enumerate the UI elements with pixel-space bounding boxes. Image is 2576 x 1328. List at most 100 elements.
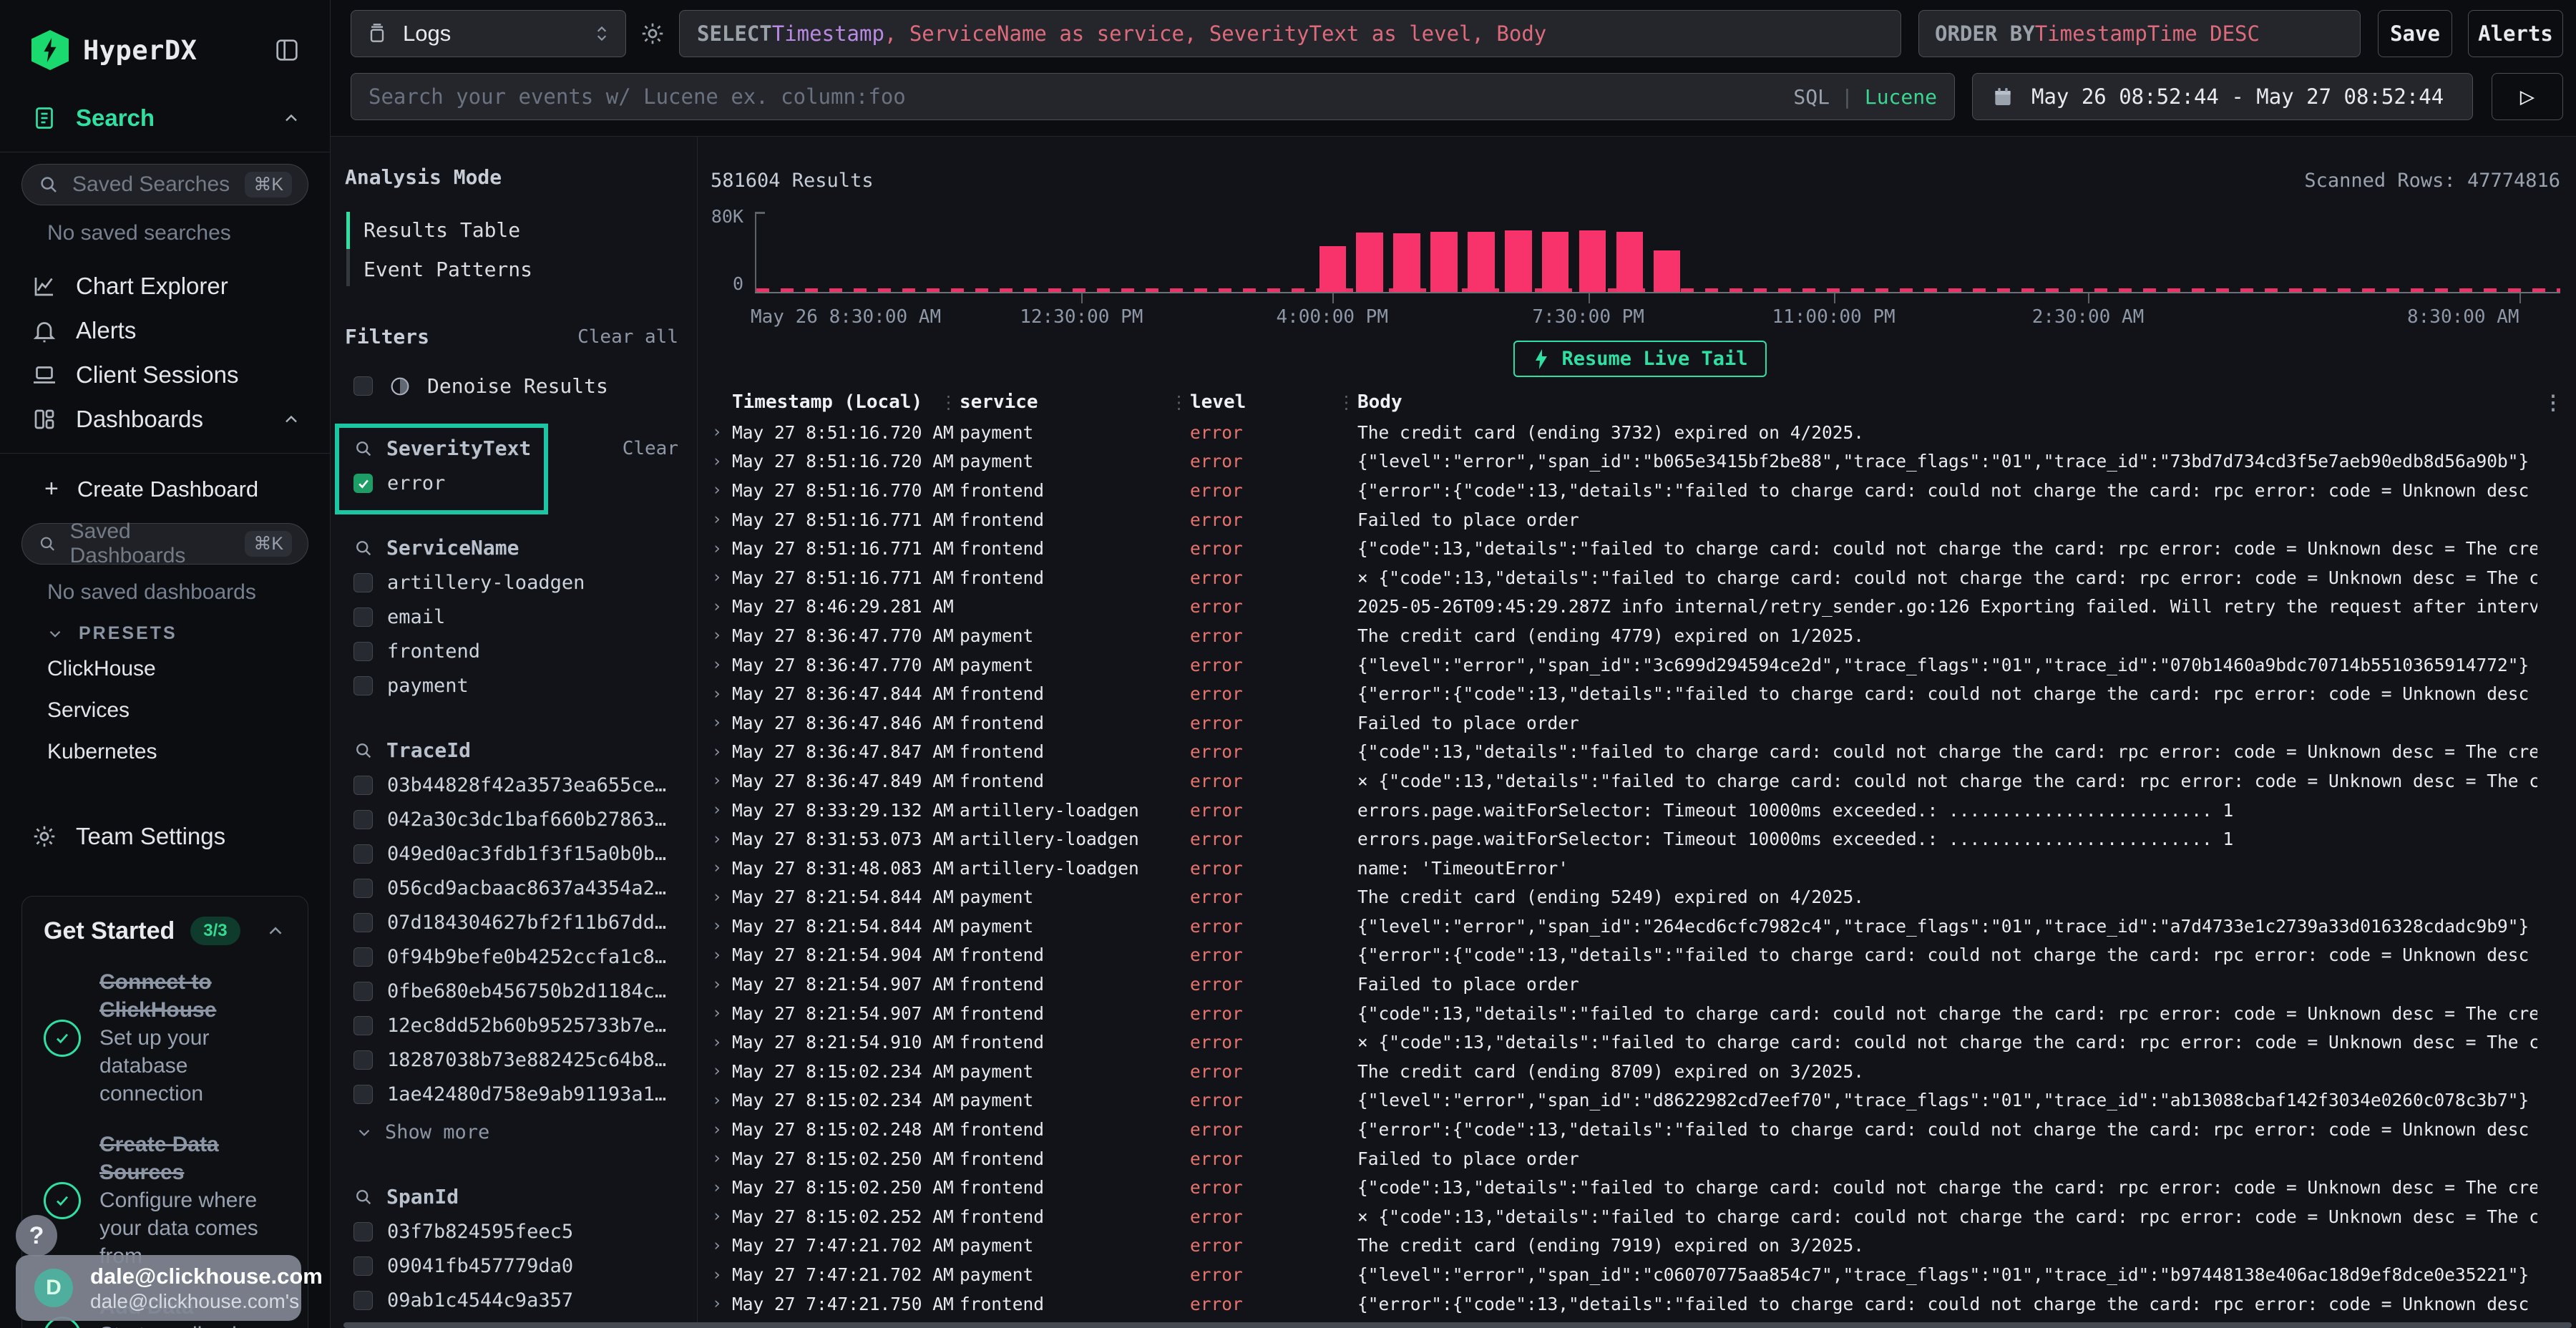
create-dashboard-button[interactable]: + Create Dashboard — [0, 465, 330, 513]
filter-item-12ec8dd52b60b9525733b7e-[interactable]: 12ec8dd52b60b9525733b7e… — [353, 1015, 684, 1037]
log-table-row[interactable]: ›May 27 8:21:54.907 AMfrontenderrorFaile… — [711, 970, 2569, 999]
chevron-up-icon[interactable] — [281, 409, 301, 429]
checkbox[interactable] — [353, 1085, 373, 1104]
col-timestamp[interactable]: Timestamp (Local) — [732, 391, 960, 413]
get-started-step-connect[interactable]: Connect to ClickHouse Set up your databa… — [44, 968, 286, 1108]
log-table-row[interactable]: ›May 27 8:36:47.847 AMfrontenderror{"cod… — [711, 738, 2569, 767]
chevron-up-icon[interactable] — [281, 108, 301, 128]
filter-item-payment[interactable]: payment — [353, 675, 684, 697]
log-table-row[interactable]: ›May 27 8:36:47.849 AMfrontenderror× {"c… — [711, 766, 2569, 796]
help-button[interactable]: ? — [16, 1215, 57, 1256]
preset-item-services[interactable]: Services — [0, 690, 330, 731]
resume-live-tail-button[interactable]: Resume Live Tail — [1513, 341, 1766, 377]
checkbox[interactable] — [353, 1256, 373, 1276]
checkbox[interactable] — [353, 1291, 373, 1310]
log-table-row[interactable]: ›May 27 8:51:16.720 AMpaymenterrorThe cr… — [711, 418, 2569, 447]
log-table-row[interactable]: ›May 27 7:47:21.702 AMpaymenterrorThe cr… — [711, 1231, 2569, 1261]
checkbox[interactable] — [353, 607, 373, 627]
checkbox[interactable] — [353, 1050, 373, 1070]
clear-filter-button[interactable]: Clear — [623, 438, 678, 459]
checkbox[interactable] — [353, 676, 373, 695]
query-language-toggle[interactable]: SQL | Lucene — [1793, 85, 1937, 109]
col-level[interactable]: level — [1190, 391, 1357, 413]
checkbox[interactable] — [353, 1222, 373, 1241]
filter-item-1ae42480d758e9ab91193a1-[interactable]: 1ae42480d758e9ab91193a1… — [353, 1083, 684, 1105]
filter-item-artillery-loadgen[interactable]: artillery-loadgen — [353, 572, 684, 594]
log-table-row[interactable]: ›May 27 8:51:16.720 AMpaymenterror{"leve… — [711, 447, 2569, 477]
checkbox[interactable] — [353, 474, 373, 493]
get-started-step-sources[interactable]: Create Data Sources Configure where your… — [44, 1131, 286, 1270]
log-table-row[interactable]: ›May 27 7:47:21.750 AMfrontenderror{"err… — [711, 1289, 2569, 1319]
checkbox[interactable] — [353, 844, 373, 864]
log-table-row[interactable]: ›May 27 8:51:16.771 AMfrontenderror× {"c… — [711, 563, 2569, 592]
checkbox[interactable] — [353, 913, 373, 932]
log-table-row[interactable]: ›May 27 8:51:16.771 AMfrontenderror{"cod… — [711, 534, 2569, 563]
checkbox[interactable] — [353, 776, 373, 795]
table-options-kebab-icon[interactable]: ⋮ — [2537, 391, 2569, 414]
source-settings-button[interactable] — [626, 21, 679, 47]
log-table-row[interactable]: ›May 27 8:36:47.770 AMpaymenterror{"leve… — [711, 650, 2569, 680]
log-table-row[interactable]: ›May 27 8:15:02.250 AMfrontenderrorFaile… — [711, 1144, 2569, 1173]
filter-item-0fbe680eb456750b2d1184c-[interactable]: 0fbe680eb456750b2d1184c… — [353, 980, 684, 1002]
checkbox[interactable] — [353, 947, 373, 967]
log-table-row[interactable]: ›May 27 8:15:02.252 AMfrontenderror× {"c… — [711, 1202, 2569, 1231]
user-menu[interactable]: D dale@clickhouse.com dale@clickhouse.co… — [16, 1255, 301, 1321]
filter-item-042a30c3dc1baf660b27863-[interactable]: 042a30c3dc1baf660b27863… — [353, 809, 684, 831]
filter-item-056cd9acbaac8637a4354a2-[interactable]: 056cd9acbaac8637a4354a2… — [353, 877, 684, 899]
sidebar-item-chart-explorer[interactable]: Chart Explorer — [0, 264, 330, 308]
checkbox[interactable] — [353, 810, 373, 829]
source-select[interactable]: Logs — [351, 10, 626, 57]
filter-item-049ed0ac3fdb1f3f15a0b0b-[interactable]: 049ed0ac3fdb1f3f15a0b0b… — [353, 843, 684, 865]
preset-item-kubernetes[interactable]: Kubernetes — [0, 731, 330, 773]
log-table-row[interactable]: ›May 27 8:21:54.844 AMpaymenterrorThe cr… — [711, 883, 2569, 912]
presets-toggle[interactable]: PRESETS — [46, 623, 330, 644]
log-table-row[interactable]: ›May 27 8:36:47.770 AMpaymenterrorThe cr… — [711, 621, 2569, 650]
collapse-sidebar-icon[interactable] — [273, 36, 301, 64]
sql-mode-option[interactable]: SQL — [1793, 85, 1830, 109]
filter-item-error[interactable]: error — [353, 472, 684, 494]
lucene-search-input[interactable]: Search your events w/ Lucene ex. column:… — [351, 73, 1955, 120]
run-query-button[interactable]: ▷ — [2492, 73, 2563, 120]
horizontal-scrollbar[interactable] — [343, 1322, 2572, 1328]
preset-item-clickhouse[interactable]: ClickHouse — [0, 648, 330, 690]
denoise-results-filter[interactable]: Denoise Results — [345, 374, 684, 398]
lucene-mode-option[interactable]: Lucene — [1865, 85, 1937, 109]
sidebar-item-client-sessions[interactable]: Client Sessions — [0, 353, 330, 397]
filter-item-07d184304627bf2f11b67dd-[interactable]: 07d184304627bf2f11b67dd… — [353, 912, 684, 934]
log-table-row[interactable]: ›May 27 8:31:48.083 AMartillery-loadgene… — [711, 854, 2569, 883]
clear-all-filters-button[interactable]: Clear all — [577, 326, 678, 348]
filter-item-18287038b73e882425c64b8-[interactable]: 18287038b73e882425c64b8… — [353, 1049, 684, 1071]
time-range-picker[interactable]: May 26 08:52:44 - May 27 08:52:44 — [1972, 73, 2473, 120]
filter-item-09ab1c4544c9a357[interactable]: 09ab1c4544c9a357 — [353, 1289, 684, 1312]
filter-item-email[interactable]: email — [353, 606, 684, 628]
log-table-row[interactable]: ›May 27 8:51:16.771 AMfrontenderrorFaile… — [711, 505, 2569, 534]
checkbox[interactable] — [353, 879, 373, 898]
log-table-row[interactable]: ›May 27 8:21:54.844 AMpaymenterror{"leve… — [711, 912, 2569, 941]
log-table-row[interactable]: ›May 27 8:36:47.846 AMfrontenderrorFaile… — [711, 708, 2569, 738]
sidebar-item-team-settings[interactable]: Team Settings — [0, 814, 330, 859]
log-table-row[interactable]: ›May 27 8:36:47.844 AMfrontenderror{"err… — [711, 679, 2569, 708]
log-table-row[interactable]: ›May 27 7:47:21.702 AMpaymenterror{"leve… — [711, 1260, 2569, 1289]
checkbox[interactable] — [353, 982, 373, 1001]
log-table-row[interactable]: ›May 27 8:31:53.073 AMartillery-loadgene… — [711, 824, 2569, 854]
sidebar-item-dashboards[interactable]: Dashboards — [0, 397, 330, 441]
denoise-checkbox[interactable] — [353, 376, 373, 396]
filter-item-09041fb457779da0[interactable]: 09041fb457779da0 — [353, 1255, 684, 1277]
log-table-row[interactable]: ›May 27 8:33:29.132 AMartillery-loadgene… — [711, 796, 2569, 825]
alerts-button[interactable]: Alerts — [2468, 10, 2563, 57]
log-table-row[interactable]: ›May 27 8:15:02.234 AMpaymenterror{"leve… — [711, 1086, 2569, 1115]
saved-searches-input[interactable]: Saved Searches ⌘K — [21, 164, 308, 205]
col-service[interactable]: service — [960, 391, 1190, 413]
filter-item-frontend[interactable]: frontend — [353, 640, 684, 663]
sidebar-item-search[interactable]: Search — [0, 96, 330, 140]
log-table-row[interactable]: ›May 27 8:15:02.248 AMfrontenderror{"err… — [711, 1115, 2569, 1144]
checkbox[interactable] — [353, 642, 373, 661]
order-by-input[interactable]: ORDER BY TimestampTime DESC — [1918, 10, 2361, 57]
filter-item-03f7b824595feec5[interactable]: 03f7b824595feec5 — [353, 1221, 684, 1243]
filter-item-03b44828f42a3573ea655ce-[interactable]: 03b44828f42a3573ea655ce… — [353, 774, 684, 796]
sidebar-item-alerts[interactable]: Alerts — [0, 308, 330, 353]
filter-item-0f94b9befe0b4252ccfa1c8-[interactable]: 0f94b9befe0b4252ccfa1c8… — [353, 946, 684, 968]
checkbox[interactable] — [353, 573, 373, 592]
checkbox[interactable] — [353, 1016, 373, 1035]
show-more-button[interactable]: Show more — [353, 1121, 684, 1143]
